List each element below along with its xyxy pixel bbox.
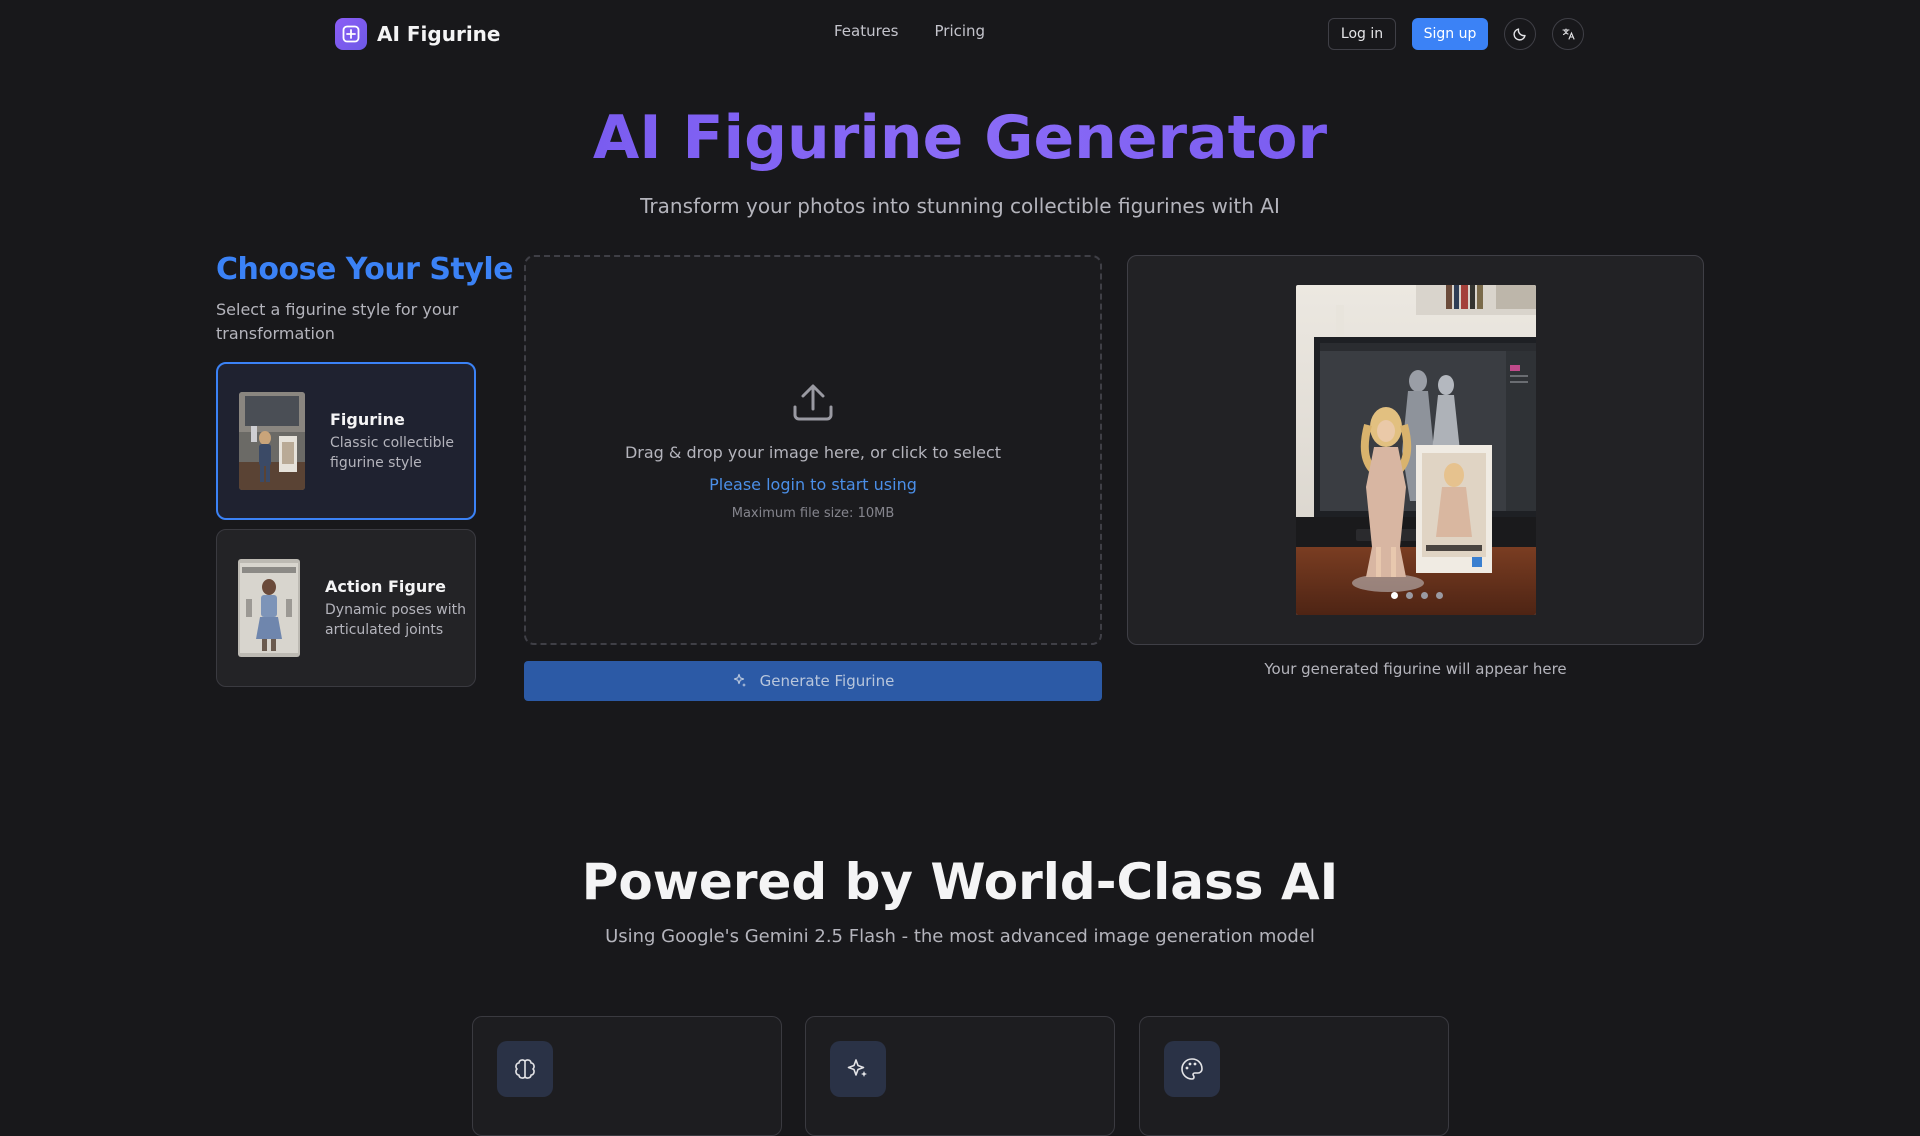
preview-caption: Your generated figurine will appear here xyxy=(1264,660,1567,678)
feature-card xyxy=(805,1016,1115,1136)
top-navbar: AI Figurine Features Pricing Log in Sign… xyxy=(0,0,1920,68)
language-icon xyxy=(1562,28,1575,40)
style-option-name: Action Figure xyxy=(325,576,446,596)
style-option-description: Classic collectible figurine style xyxy=(330,434,454,471)
generate-figurine-button[interactable]: Generate Figurine xyxy=(524,661,1102,701)
main-nav: Features Pricing xyxy=(834,22,985,40)
powered-section-title: Powered by World-Class AI xyxy=(581,853,1339,911)
action-figure-style-thumbnail xyxy=(238,559,300,657)
nav-pricing-link[interactable]: Pricing xyxy=(935,22,986,40)
style-section-title: Choose Your Style xyxy=(216,252,514,287)
max-file-size-note: Maximum file size: 10MB xyxy=(731,506,895,521)
image-dropzone[interactable]: Drag & drop your image here, or click to… xyxy=(524,255,1102,645)
signup-button[interactable]: Sign up xyxy=(1412,18,1488,50)
upload-icon xyxy=(793,384,833,421)
dropzone-instructions: Drag & drop your image here, or click to… xyxy=(624,443,1002,462)
moon-icon xyxy=(1513,28,1526,41)
login-button[interactable]: Log in xyxy=(1328,18,1396,50)
brand-logo-link[interactable]: AI Figurine xyxy=(335,18,500,50)
style-option-description: Dynamic poses with articulated joints xyxy=(325,601,466,638)
result-preview-panel xyxy=(1127,255,1704,645)
feature-card xyxy=(1139,1016,1449,1136)
brand-name: AI Figurine xyxy=(377,22,501,46)
palette-icon xyxy=(1164,1041,1220,1097)
style-section-subtitle: Select a figurine style for your transfo… xyxy=(216,300,459,343)
generate-button-label: Generate Figurine xyxy=(759,672,895,690)
sparkles-icon xyxy=(733,673,746,687)
login-prompt-link[interactable]: Please login to start using xyxy=(526,475,1100,494)
theme-toggle-button[interactable] xyxy=(1504,18,1536,50)
carousel-dot[interactable] xyxy=(1421,592,1428,599)
page-title: AI Figurine Generator xyxy=(592,103,1328,173)
sparkles-icon xyxy=(830,1041,886,1097)
powered-section-subtitle: Using Google's Gemini 2.5 Flash - the mo… xyxy=(605,926,1315,947)
style-option-name: Figurine xyxy=(330,409,405,429)
carousel-dot[interactable] xyxy=(1406,592,1413,599)
carousel-dots xyxy=(1391,592,1443,599)
feature-card xyxy=(472,1016,782,1136)
carousel-dot[interactable] xyxy=(1391,592,1398,599)
carousel-dot[interactable] xyxy=(1436,592,1443,599)
language-toggle-button[interactable] xyxy=(1552,18,1584,50)
example-figurine-image xyxy=(1296,285,1536,615)
brand-logo-icon xyxy=(335,18,367,50)
page-subtitle: Transform your photos into stunning coll… xyxy=(640,194,1280,218)
nav-features-link[interactable]: Features xyxy=(834,22,899,40)
brain-icon xyxy=(497,1041,553,1097)
style-option-action-figure[interactable]: Action Figure Dynamic poses with articul… xyxy=(216,529,476,687)
figurine-style-thumbnail xyxy=(239,392,305,490)
style-option-figurine[interactable]: Figurine Classic collectible figurine st… xyxy=(216,362,476,520)
